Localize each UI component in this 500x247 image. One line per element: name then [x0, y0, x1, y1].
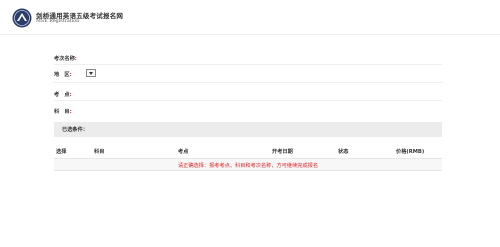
row-divider — [54, 100, 442, 101]
chevron-down-icon — [89, 72, 93, 75]
selection-hint-message: 请正确选择：报考考点、科目和考次名称，方可继续完成报名 — [177, 163, 319, 169]
selected-conditions-label: 已选条件： — [62, 127, 88, 133]
exam-name-label: 考次名称: — [54, 56, 77, 62]
row-divider — [54, 82, 442, 83]
column-header-exam-date: 开考日期 — [272, 149, 293, 155]
site-header: 剑桥通用英语五级考试报名网 MSE Registration — [0, 0, 500, 34]
column-header-select: 选择 — [56, 149, 67, 155]
table-message-row: 请正确选择：报考考点、科目和考次名称，方可继续完成报名 — [54, 158, 442, 171]
column-header-status: 状态 — [338, 149, 349, 155]
selected-conditions-bar: 已选条件： — [54, 122, 442, 137]
subject-label: 科 目: — [54, 109, 72, 115]
column-header-exam-center: 考点 — [178, 149, 189, 155]
region-select[interactable] — [86, 69, 96, 77]
site-subtitle: MSE Registration — [36, 19, 80, 24]
column-header-price: 价格(RMB) — [396, 149, 425, 155]
exam-center-label: 考 点: — [54, 92, 72, 98]
header-divider — [0, 34, 500, 35]
row-divider — [54, 64, 442, 65]
cambridge-seal-icon[interactable] — [12, 8, 32, 28]
region-label: 地 区: — [54, 72, 72, 78]
table-header: 选择 科目 考点 开考日期 状态 价格(RMB) — [54, 148, 442, 158]
column-header-subject: 科目 — [94, 149, 105, 155]
